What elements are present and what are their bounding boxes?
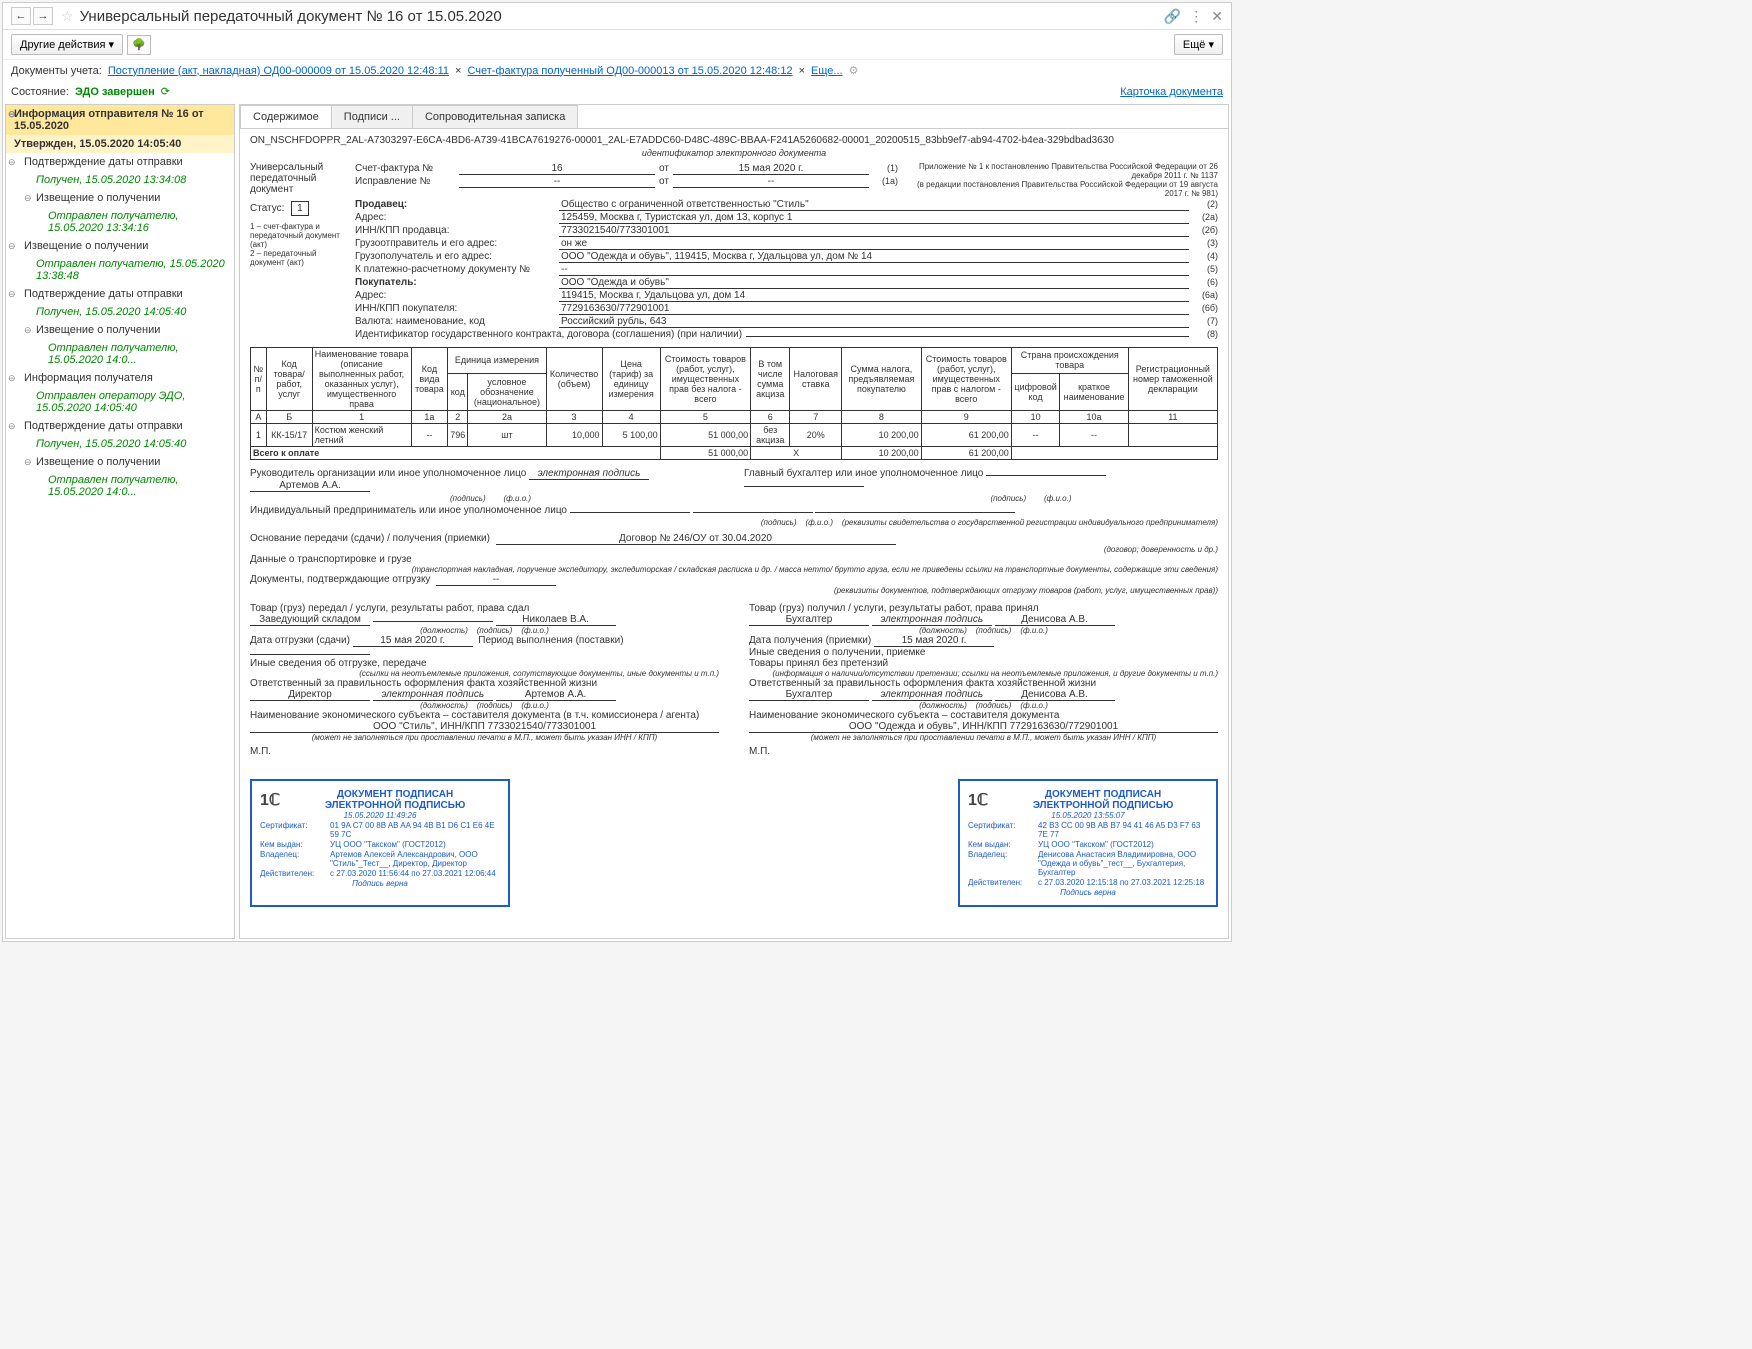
gear-icon[interactable]: ⚙ bbox=[849, 64, 859, 77]
doc-link-1[interactable]: Поступление (акт, накладная) ОД00-000009… bbox=[108, 65, 449, 77]
toolbar: Другие действия ▾ 🌳 Ещё ▾ bbox=[3, 30, 1231, 60]
tree-node[interactable]: ⊖Извещение о получении bbox=[6, 237, 234, 255]
link-icon[interactable]: 🔗 bbox=[1164, 8, 1181, 25]
menu-icon[interactable]: ⋮ bbox=[1189, 8, 1203, 25]
tree-leaf: Получен, 15.05.2020 13:34:08 bbox=[6, 171, 234, 189]
forward-button[interactable]: → bbox=[33, 7, 53, 25]
tree-node[interactable]: ⊖Подтверждение даты отправки bbox=[6, 417, 234, 435]
tree-leaf: Отправлен оператору ЭДО, 15.05.2020 14:0… bbox=[6, 387, 234, 417]
favorite-icon[interactable]: ☆ bbox=[61, 8, 74, 25]
more-button[interactable]: Ещё ▾ bbox=[1174, 34, 1223, 55]
tree-leaf: Получен, 15.05.2020 14:05:40 bbox=[6, 435, 234, 453]
1c-logo-icon: 1ℂ bbox=[260, 790, 280, 810]
tree-leaf: Отправлен получателю, 15.05.2020 13:34:1… bbox=[6, 207, 234, 237]
status-value: ЭДО завершен bbox=[75, 86, 155, 98]
doc-id: ON_NSCHFDOPPR_2AL-A7303297-E6CA-4BD6-A73… bbox=[250, 135, 1218, 146]
tree-status: Утвержден, 15.05.2020 14:05:40 bbox=[6, 135, 234, 153]
doc-link-more[interactable]: Еще... bbox=[811, 65, 843, 77]
tree-node[interactable]: ⊖Извещение о получении bbox=[6, 321, 234, 339]
tree-leaf: Отправлен получателю, 15.05.2020 14:0... bbox=[6, 339, 234, 369]
card-link[interactable]: Карточка документа bbox=[1120, 86, 1223, 98]
tree-root[interactable]: ⊖Информация отправителя № 16 от 15.05.20… bbox=[6, 105, 234, 135]
tree-node[interactable]: ⊖Подтверждение даты отправки bbox=[6, 285, 234, 303]
tree-icon-button[interactable]: 🌳 bbox=[127, 35, 151, 55]
doc-links-row: Документы учета: Поступление (акт, накла… bbox=[3, 60, 1231, 81]
refresh-icon[interactable]: ⟳ bbox=[161, 85, 170, 98]
tree-node[interactable]: ⊖Информация получателя bbox=[6, 369, 234, 387]
table-row: 1КК-15/17Костюм женский летний--796шт10,… bbox=[251, 424, 1218, 447]
status-label: Состояние: bbox=[11, 86, 69, 98]
close-icon[interactable]: ✕ bbox=[1211, 8, 1223, 25]
sidebar-tree: ⊖Информация отправителя № 16 от 15.05.20… bbox=[5, 104, 235, 939]
back-button[interactable]: ← bbox=[11, 7, 31, 25]
left-info: Универсальный передаточный документ Стат… bbox=[250, 162, 345, 341]
window-title: Универсальный передаточный документ № 16… bbox=[80, 8, 1164, 25]
tab-note[interactable]: Сопроводительная записка bbox=[412, 105, 578, 128]
main-form: Счет-фактура №16от15 мая 2020 г.(1) Испр… bbox=[355, 162, 1218, 341]
tree-leaf: Отправлен получателю, 15.05.2020 13:38:4… bbox=[6, 255, 234, 285]
tree-leaf: Получен, 15.05.2020 14:05:40 bbox=[6, 303, 234, 321]
tree-node[interactable]: ⊖Извещение о получении bbox=[6, 189, 234, 207]
items-table: № п/пКод товара/ работ, услугНаименовани… bbox=[250, 347, 1218, 460]
signature-stamp-2: 1ℂ ДОКУМЕНТ ПОДПИСАНЭЛЕКТРОННОЙ ПОДПИСЬЮ… bbox=[958, 779, 1218, 907]
tab-content[interactable]: Содержимое bbox=[240, 105, 332, 128]
app-window: ← → ☆ Универсальный передаточный докумен… bbox=[2, 2, 1232, 942]
tree-leaf: Отправлен получателю, 15.05.2020 14:0... bbox=[6, 471, 234, 501]
tabs: Содержимое Подписи ... Сопроводительная … bbox=[240, 105, 1228, 129]
document-body: ON_NSCHFDOPPR_2AL-A7303297-E6CA-4BD6-A73… bbox=[240, 129, 1228, 913]
titlebar: ← → ☆ Универсальный передаточный докумен… bbox=[3, 3, 1231, 30]
doc-link-2[interactable]: Счет-фактура полученный ОД00-000013 от 1… bbox=[467, 65, 792, 77]
tree-node[interactable]: ⊖Извещение о получении bbox=[6, 453, 234, 471]
doc-links-label: Документы учета: bbox=[11, 65, 102, 77]
signature-stamp-1: 1ℂ ДОКУМЕНТ ПОДПИСАНЭЛЕКТРОННОЙ ПОДПИСЬЮ… bbox=[250, 779, 510, 907]
other-actions-button[interactable]: Другие действия ▾ bbox=[11, 34, 123, 55]
status-row: Состояние: ЭДО завершен ⟳ Карточка докум… bbox=[3, 81, 1231, 102]
1c-logo-icon: 1ℂ bbox=[968, 790, 988, 810]
tab-signatures[interactable]: Подписи ... bbox=[331, 105, 413, 128]
doc-id-caption: идентификатор электронного документа bbox=[250, 148, 1218, 158]
tree-node[interactable]: ⊖Подтверждение даты отправки bbox=[6, 153, 234, 171]
content-area: Содержимое Подписи ... Сопроводительная … bbox=[239, 104, 1229, 939]
